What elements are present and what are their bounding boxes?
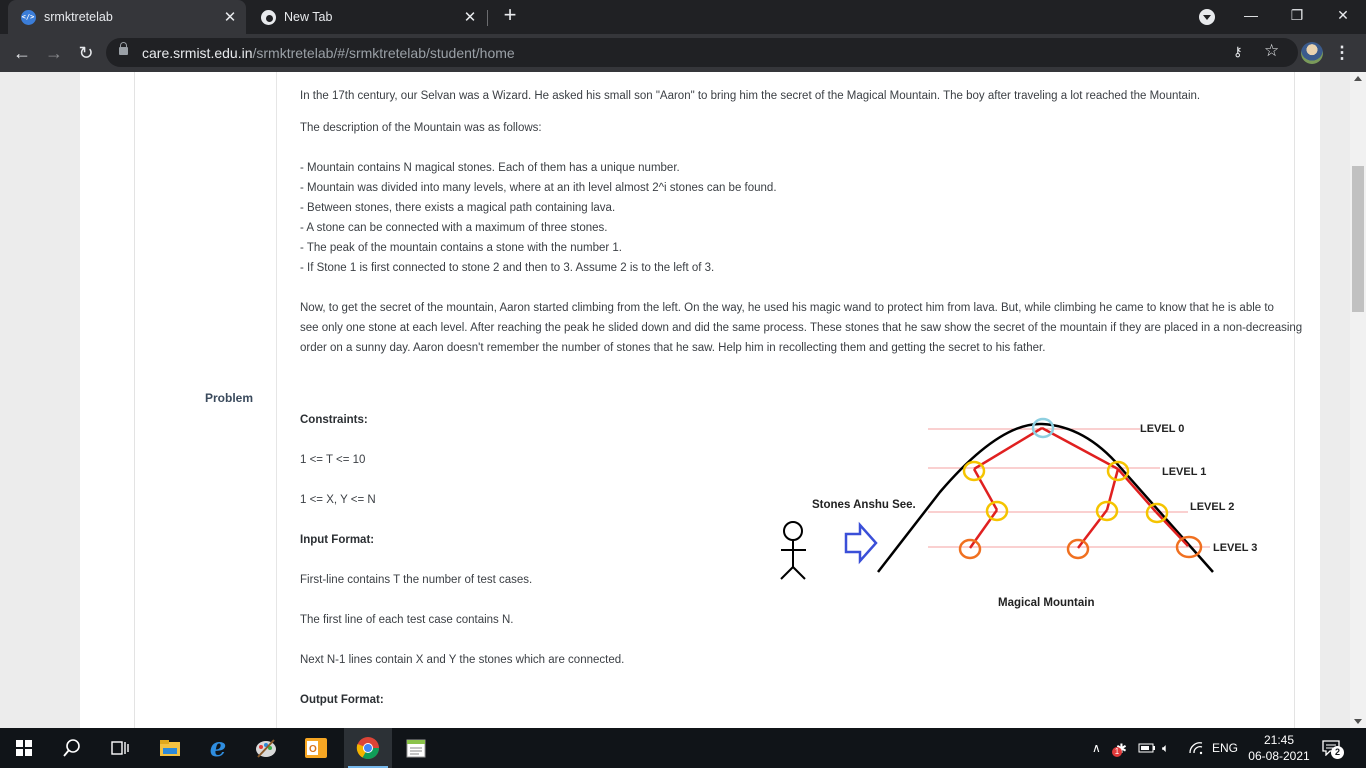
diagram-caption: Magical Mountain: [998, 597, 1094, 609]
browser-toolbar: ← → ↻ care.srmist.edu.in/srmktretelab/#/…: [0, 34, 1366, 72]
tab-separator: [487, 10, 488, 26]
search-icon[interactable]: [48, 728, 96, 768]
chrome-taskbar-icon[interactable]: [344, 728, 392, 768]
browser-titlebar: </> srmktretelab ✕ New Tab ✕ + — ❐ ✕: [0, 0, 1366, 34]
paint-icon[interactable]: [242, 728, 290, 768]
language-indicator[interactable]: ENG: [1212, 728, 1238, 768]
outlook-icon[interactable]: O: [292, 728, 340, 768]
stone: [958, 538, 982, 560]
forward-arrow-icon[interactable]: →: [40, 39, 68, 67]
restore-button[interactable]: ❐: [1274, 0, 1320, 30]
notification-center-icon[interactable]: 2: [1322, 728, 1344, 768]
tab-close-icon[interactable]: ✕: [220, 8, 240, 26]
profile-avatar[interactable]: [1301, 42, 1323, 64]
close-window-button[interactable]: ✕: [1320, 0, 1366, 30]
clock-date: 06-08-2021: [1248, 749, 1310, 763]
scroll-thumb[interactable]: [1352, 166, 1364, 312]
level-label: LEVEL 0: [1140, 423, 1184, 435]
stick-figure-icon: [780, 521, 806, 580]
clock-time: 21:45: [1263, 733, 1295, 747]
page-viewport: Problem In the 17th century, our Selvan …: [0, 72, 1350, 728]
level-label: LEVEL 1: [1162, 466, 1206, 478]
edge-icon[interactable]: e: [194, 728, 242, 768]
battery-icon[interactable]: [1138, 728, 1156, 768]
svg-text:O: O: [309, 744, 317, 755]
magical-mountain-diagram: Stones Anshu See. LEVEL 0 LEVEL 1 LEVEL …: [780, 417, 1257, 609]
mountain-outline: [877, 422, 1214, 573]
page-scrollbar[interactable]: [1350, 72, 1366, 728]
tab-label: New Tab: [284, 10, 333, 24]
tab-search-icon[interactable]: [1199, 9, 1215, 25]
network-badge-icon[interactable]: ✱ 1: [1112, 728, 1130, 768]
stone: [1066, 538, 1090, 560]
tab-new-tab[interactable]: New Tab ✕: [248, 0, 486, 34]
tab-label: srmktretelab: [44, 10, 113, 24]
scroll-down-arrow-icon[interactable]: [1354, 719, 1362, 724]
url-text[interactable]: care.srmist.edu.in/srmktretelab/#/srmktr…: [142, 45, 515, 61]
notification-count-badge: 2: [1331, 746, 1344, 759]
level-label: LEVEL 2: [1190, 501, 1234, 513]
back-arrow-icon[interactable]: ←: [8, 39, 36, 67]
address-bar[interactable]: care.srmist.edu.in/srmktretelab/#/srmktr…: [106, 38, 1298, 67]
key-icon[interactable]: ⚷: [1233, 44, 1243, 60]
wifi-icon[interactable]: [1188, 728, 1204, 768]
level-label: LEVEL 3: [1213, 542, 1257, 554]
chrome-menu-icon[interactable]: ⋮: [1332, 39, 1352, 67]
volume-icon[interactable]: 🔈︎: [1162, 728, 1169, 768]
windows-taskbar: e O ∧ ✱ 1 🔈︎ ENG 21:45 06-08-2021 2: [0, 728, 1366, 768]
tab-srmktretelab[interactable]: </> srmktretelab ✕: [8, 0, 246, 34]
arrow-icon: [844, 521, 878, 565]
windows-start-icon[interactable]: [0, 728, 48, 768]
new-tab-button[interactable]: +: [498, 4, 522, 28]
tab-close-icon[interactable]: ✕: [460, 8, 480, 26]
taskbar-clock[interactable]: 21:45 06-08-2021: [1244, 732, 1314, 764]
scroll-up-arrow-icon[interactable]: [1354, 76, 1362, 81]
chrome-icon: [260, 9, 276, 25]
reload-icon[interactable]: ↻: [72, 39, 100, 67]
file-explorer-icon[interactable]: [146, 728, 194, 768]
observer-label: Stones Anshu See.: [812, 499, 916, 511]
tray-badge: 1: [1112, 747, 1122, 757]
task-view-icon[interactable]: [96, 728, 144, 768]
lock-icon[interactable]: [119, 42, 128, 55]
srm-logo-icon: </>: [20, 9, 36, 25]
bookmark-star-icon[interactable]: ☆: [1264, 41, 1279, 61]
lava-paths: [968, 426, 1189, 549]
minimize-button[interactable]: —: [1228, 0, 1274, 30]
show-hidden-icons-chevron-icon[interactable]: ∧: [1092, 728, 1101, 768]
notepadpp-icon[interactable]: [392, 728, 440, 768]
